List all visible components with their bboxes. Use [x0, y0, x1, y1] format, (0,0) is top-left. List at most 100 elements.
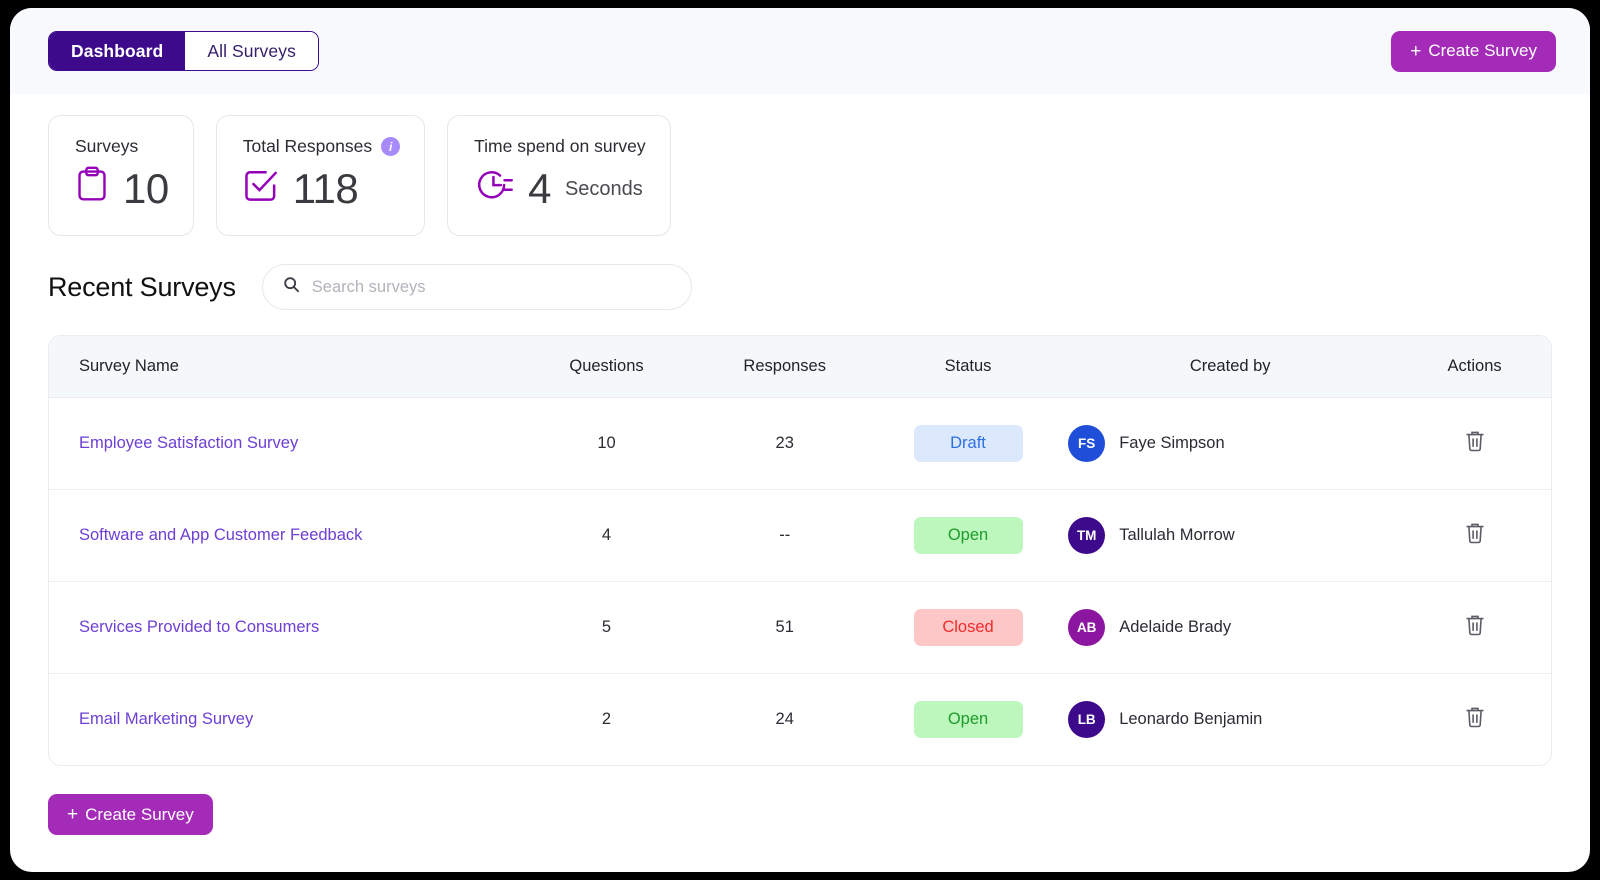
status-badge: Open [914, 701, 1023, 738]
survey-name-link[interactable]: Services Provided to Consumers [79, 618, 319, 636]
status-badge: Open [914, 517, 1023, 554]
column-header-created-by: Created by [1062, 336, 1398, 398]
cell-actions [1398, 398, 1551, 490]
status-badge: Draft [914, 425, 1023, 462]
cell-responses: 24 [696, 674, 874, 766]
search-icon [283, 276, 300, 298]
info-icon[interactable]: i [381, 137, 400, 156]
stat-card-total-responses-label: Total Responses [243, 136, 372, 157]
create-survey-button-top[interactable]: + Create Survey [1391, 31, 1556, 72]
cell-actions [1398, 490, 1551, 582]
footer-actions: + Create Survey [10, 766, 1590, 835]
cell-actions [1398, 582, 1551, 674]
app-page: Dashboard All Surveys + Create Survey Su… [10, 8, 1590, 872]
tab-all-surveys-label: All Surveys [207, 41, 296, 62]
survey-name-link[interactable]: Software and App Customer Feedback [79, 526, 362, 544]
stat-card-time-spend-unit: Seconds [565, 178, 643, 201]
create-survey-label: Create Survey [85, 805, 194, 825]
search-box[interactable] [262, 264, 692, 310]
creator-cell: LB Leonardo Benjamin [1062, 701, 1398, 738]
stat-card-surveys-value-row: 10 [75, 165, 169, 213]
recent-surveys-table-card: Survey Name Questions Responses Status C… [48, 335, 1552, 766]
checkbox-check-icon [243, 165, 279, 213]
creator-cell: TM Tallulah Morrow [1062, 517, 1398, 554]
cell-created-by: FS Faye Simpson [1062, 398, 1398, 490]
cell-responses: 51 [696, 582, 874, 674]
cell-survey-name: Email Marketing Survey [49, 674, 517, 766]
stat-card-surveys: Surveys 10 [48, 115, 194, 236]
timer-clock-icon [474, 165, 514, 213]
cell-created-by: AB Adelaide Brady [1062, 582, 1398, 674]
cell-survey-name: Software and App Customer Feedback [49, 490, 517, 582]
creator-cell: AB Adelaide Brady [1062, 609, 1398, 646]
cell-questions: 5 [517, 582, 695, 674]
avatar: AB [1068, 609, 1105, 646]
creator-name: Adelaide Brady [1119, 618, 1231, 637]
cell-questions: 4 [517, 490, 695, 582]
stat-card-total-responses-value: 118 [293, 165, 358, 213]
column-header-responses: Responses [696, 336, 874, 398]
survey-name-link[interactable]: Email Marketing Survey [79, 710, 253, 728]
trash-icon[interactable] [1464, 429, 1486, 458]
cell-created-by: TM Tallulah Morrow [1062, 490, 1398, 582]
plus-icon: + [67, 805, 78, 824]
creator-name: Leonardo Benjamin [1119, 710, 1262, 729]
creator-cell: FS Faye Simpson [1062, 425, 1398, 462]
stat-card-surveys-label-row: Surveys [75, 136, 169, 157]
tab-dashboard-label: Dashboard [71, 41, 163, 62]
cell-responses: 23 [696, 398, 874, 490]
status-badge: Closed [914, 609, 1023, 646]
cell-status: Open [874, 674, 1062, 766]
avatar: TM [1068, 517, 1105, 554]
page-title: Recent Surveys [48, 272, 236, 303]
cell-survey-name: Employee Satisfaction Survey [49, 398, 517, 490]
clipboard-icon [75, 165, 109, 213]
create-survey-button-bottom[interactable]: + Create Survey [48, 794, 213, 835]
stat-card-time-spend-label: Time spend on survey [474, 136, 646, 157]
column-header-survey-name: Survey Name [49, 336, 517, 398]
stat-card-time-spend: Time spend on survey 4 Seconds [447, 115, 671, 236]
table-row: Software and App Customer Feedback 4 -- … [49, 490, 1551, 582]
creator-name: Faye Simpson [1119, 434, 1224, 453]
search-input[interactable] [312, 278, 671, 297]
stat-card-surveys-label: Surveys [75, 136, 138, 157]
table-row: Email Marketing Survey 2 24 Open LB Leon… [49, 674, 1551, 766]
table-body: Employee Satisfaction Survey 10 23 Draft… [49, 398, 1551, 766]
avatar: FS [1068, 425, 1105, 462]
column-header-questions: Questions [517, 336, 695, 398]
trash-icon[interactable] [1464, 705, 1486, 734]
stat-card-time-spend-label-row: Time spend on survey [474, 136, 646, 157]
survey-name-link[interactable]: Employee Satisfaction Survey [79, 434, 298, 452]
stat-card-row: Surveys 10 Total Responses i [10, 94, 1590, 236]
column-header-actions: Actions [1398, 336, 1551, 398]
top-bar: Dashboard All Surveys + Create Survey [10, 8, 1590, 94]
cell-status: Draft [874, 398, 1062, 490]
column-header-status: Status [874, 336, 1062, 398]
cell-actions [1398, 674, 1551, 766]
stat-card-total-responses-label-row: Total Responses i [243, 136, 400, 157]
cell-survey-name: Services Provided to Consumers [49, 582, 517, 674]
tab-all-surveys[interactable]: All Surveys [185, 32, 318, 70]
table-header: Survey Name Questions Responses Status C… [49, 336, 1551, 398]
cell-questions: 10 [517, 398, 695, 490]
table-row: Services Provided to Consumers 5 51 Clos… [49, 582, 1551, 674]
trash-icon[interactable] [1464, 613, 1486, 642]
stat-card-total-responses: Total Responses i 118 [216, 115, 425, 236]
stat-card-surveys-value: 10 [123, 165, 169, 213]
tab-dashboard[interactable]: Dashboard [49, 32, 185, 70]
table-header-row: Survey Name Questions Responses Status C… [49, 336, 1551, 398]
stat-card-time-spend-value-row: 4 Seconds [474, 165, 646, 213]
stat-card-total-responses-value-row: 118 [243, 165, 400, 213]
create-survey-label: Create Survey [1428, 41, 1537, 61]
cell-status: Open [874, 490, 1062, 582]
view-tab-group: Dashboard All Surveys [48, 31, 319, 71]
stat-card-time-spend-value: 4 [528, 165, 551, 213]
creator-name: Tallulah Morrow [1119, 526, 1235, 545]
avatar: LB [1068, 701, 1105, 738]
trash-icon[interactable] [1464, 521, 1486, 550]
recent-surveys-table: Survey Name Questions Responses Status C… [49, 336, 1551, 765]
table-row: Employee Satisfaction Survey 10 23 Draft… [49, 398, 1551, 490]
recent-surveys-header: Recent Surveys [10, 236, 1590, 310]
cell-responses: -- [696, 490, 874, 582]
cell-questions: 2 [517, 674, 695, 766]
